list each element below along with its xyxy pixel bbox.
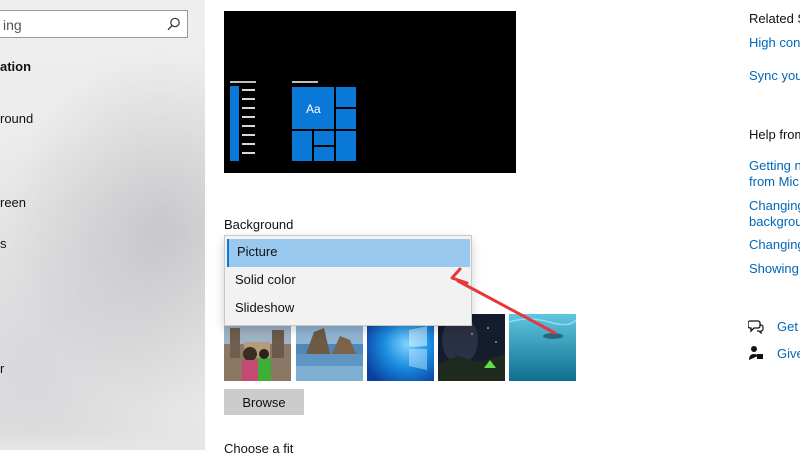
preview-tile	[314, 131, 334, 145]
preview-tile	[336, 109, 356, 129]
preview-tile	[336, 131, 356, 161]
preview-start-column	[230, 86, 239, 161]
preview-large-tile: Aa	[292, 87, 334, 129]
sync-settings-link[interactable]: Sync your	[749, 68, 800, 84]
preview-list-line	[242, 134, 255, 136]
sidebar-item-themes[interactable]: s	[0, 236, 7, 251]
preview-tile	[336, 87, 356, 107]
settings-sidebar: ing ation round reen s r	[0, 0, 205, 450]
help-heading: Help from	[749, 127, 800, 142]
desktop-preview: Aa	[224, 11, 516, 173]
annotation-arrow-icon	[450, 267, 557, 335]
preview-list-line	[242, 143, 255, 145]
dropdown-option-solid-color[interactable]: Solid color	[225, 267, 471, 295]
sidebar-item-lock-screen[interactable]: reen	[0, 195, 26, 210]
background-type-dropdown[interactable]: Picture Solid color Slideshow	[224, 235, 472, 326]
preview-list-line	[242, 98, 255, 100]
feedback-icon	[749, 346, 763, 360]
dropdown-option-picture[interactable]: Picture	[227, 239, 470, 267]
preview-list-line	[242, 107, 255, 109]
dropdown-option-slideshow[interactable]: Slideshow	[225, 295, 471, 323]
sidebar-item-taskbar[interactable]: r	[0, 361, 4, 376]
preview-list-line	[242, 116, 255, 118]
high-contrast-link[interactable]: High con	[749, 35, 800, 51]
background-label: Background	[224, 217, 294, 232]
sidebar-item-personalization[interactable]: ation	[0, 59, 31, 74]
browse-button[interactable]: Browse	[224, 389, 304, 415]
preview-list-line	[242, 89, 255, 91]
preview-tile	[314, 147, 334, 161]
give-feedback-link[interactable]: Give	[777, 346, 800, 362]
help-link-getting-wallpapers[interactable]: Getting n	[749, 158, 800, 174]
preview-list-line	[242, 152, 255, 154]
preview-header-bar	[230, 81, 256, 83]
search-icon[interactable]	[167, 17, 181, 31]
preview-tile	[292, 131, 312, 161]
related-settings-heading: Related S	[749, 11, 800, 26]
preview-tiles-header	[292, 81, 318, 83]
preview-tile-text: Aa	[306, 102, 321, 116]
help-link-changing-background[interactable]: Changing	[749, 198, 800, 214]
help-link-getting-wallpapers-line2[interactable]: from Mic	[749, 174, 799, 190]
search-input-text: ing	[3, 17, 22, 33]
sidebar-item-background[interactable]: round	[0, 111, 33, 126]
choose-fit-label: Choose a fit	[224, 441, 294, 456]
chat-help-icon	[748, 320, 764, 334]
help-link-changing-colors[interactable]: Changing	[749, 237, 800, 253]
get-help-link[interactable]: Get	[777, 319, 798, 335]
help-link-changing-background-line2[interactable]: backgrou	[749, 214, 800, 230]
search-input[interactable]: ing	[0, 10, 188, 38]
help-link-showing[interactable]: Showing	[749, 261, 799, 277]
preview-list-line	[242, 125, 255, 127]
